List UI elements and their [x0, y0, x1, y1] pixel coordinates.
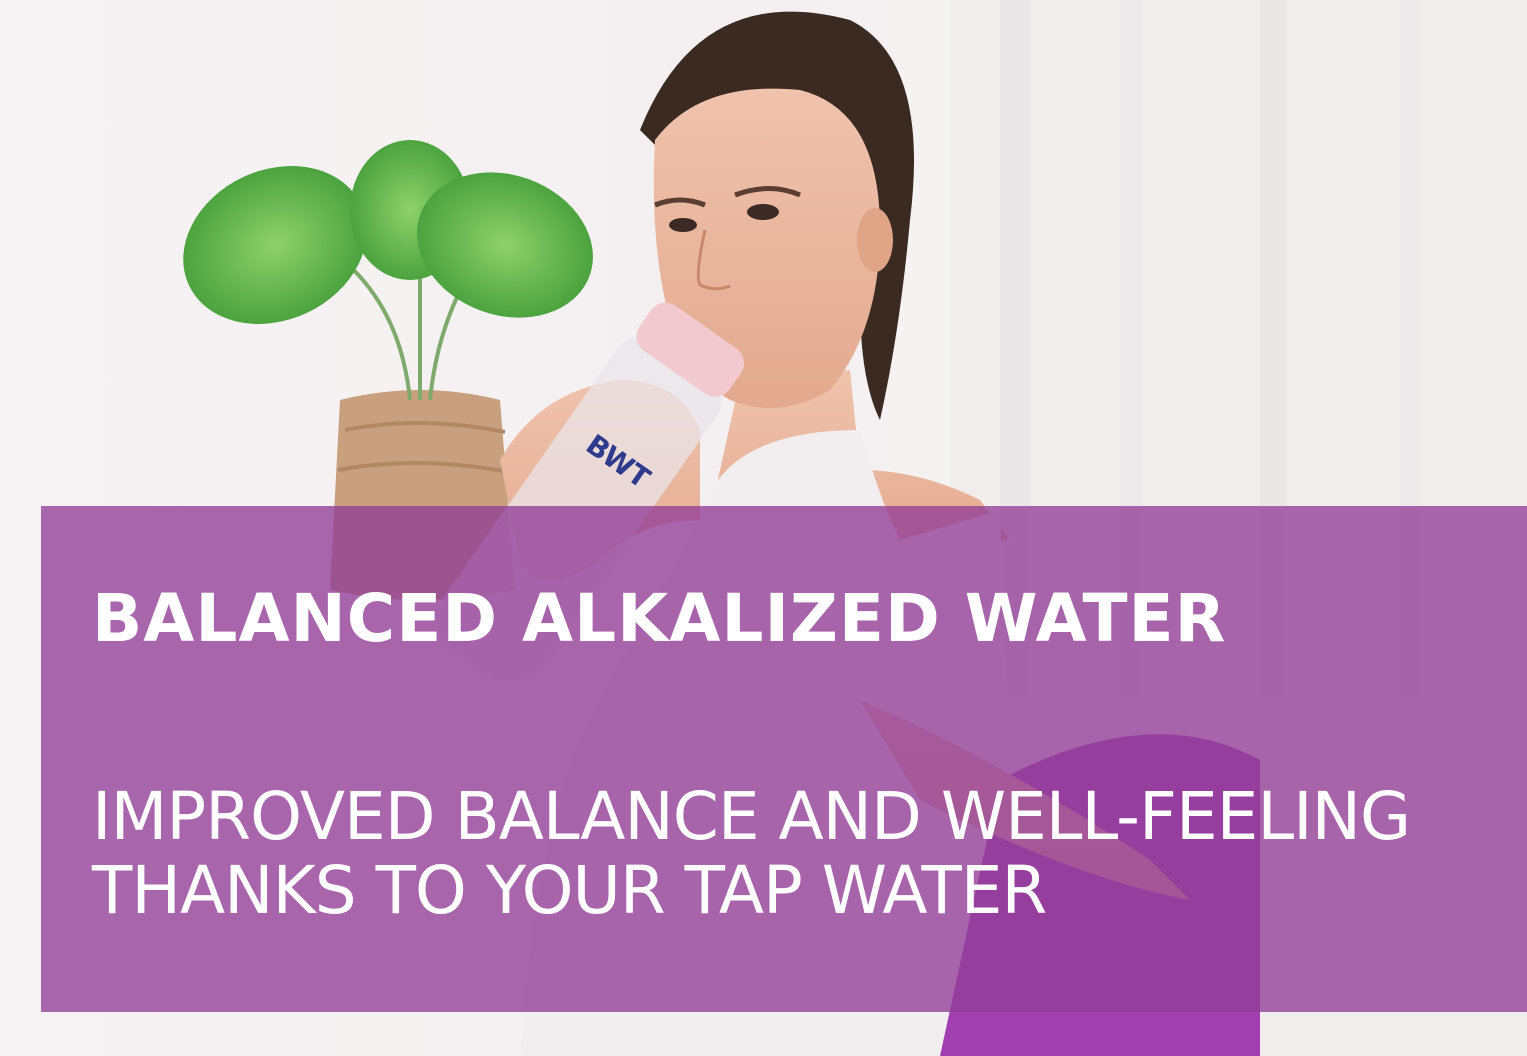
banner-subline-line-2: THANKS TO YOUR TAP WATER [92, 851, 1047, 929]
banner-subline-line-1: IMPROVED BALANCE AND WELL-FEELING [92, 778, 1411, 855]
banner-subline: IMPROVED BALANCE AND WELL-FEELING THANKS… [92, 778, 1411, 929]
banner-headline: BALANCED ALKALIZED WATER [92, 580, 1227, 657]
